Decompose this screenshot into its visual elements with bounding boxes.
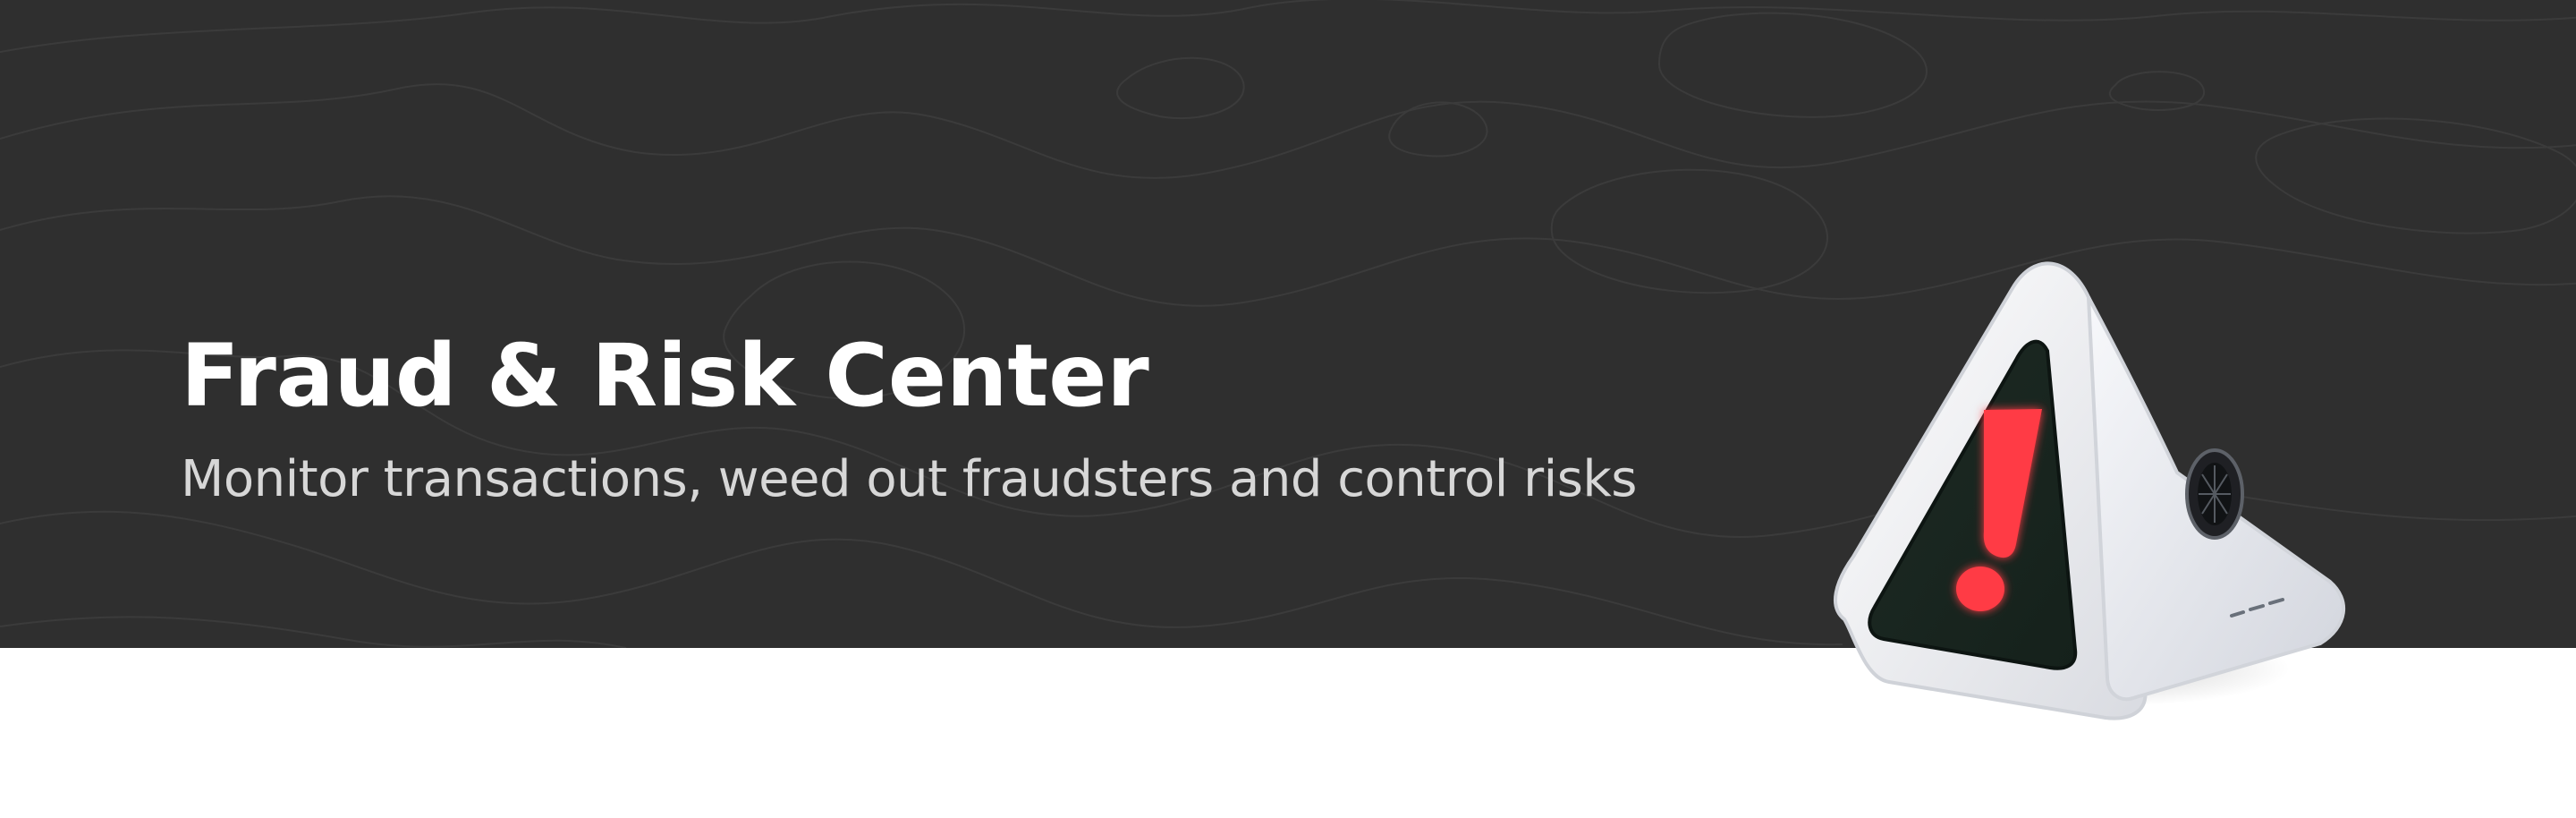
page-title: Fraud & Risk Center	[181, 326, 1149, 426]
page: Fraud & Risk Center Monitor transactions…	[0, 0, 2576, 818]
warning-triangle-icon	[1833, 261, 2345, 720]
page-subtitle: Monitor transactions, weed out fraudster…	[181, 450, 1637, 508]
warning-triangle-illustration	[1816, 233, 2397, 770]
